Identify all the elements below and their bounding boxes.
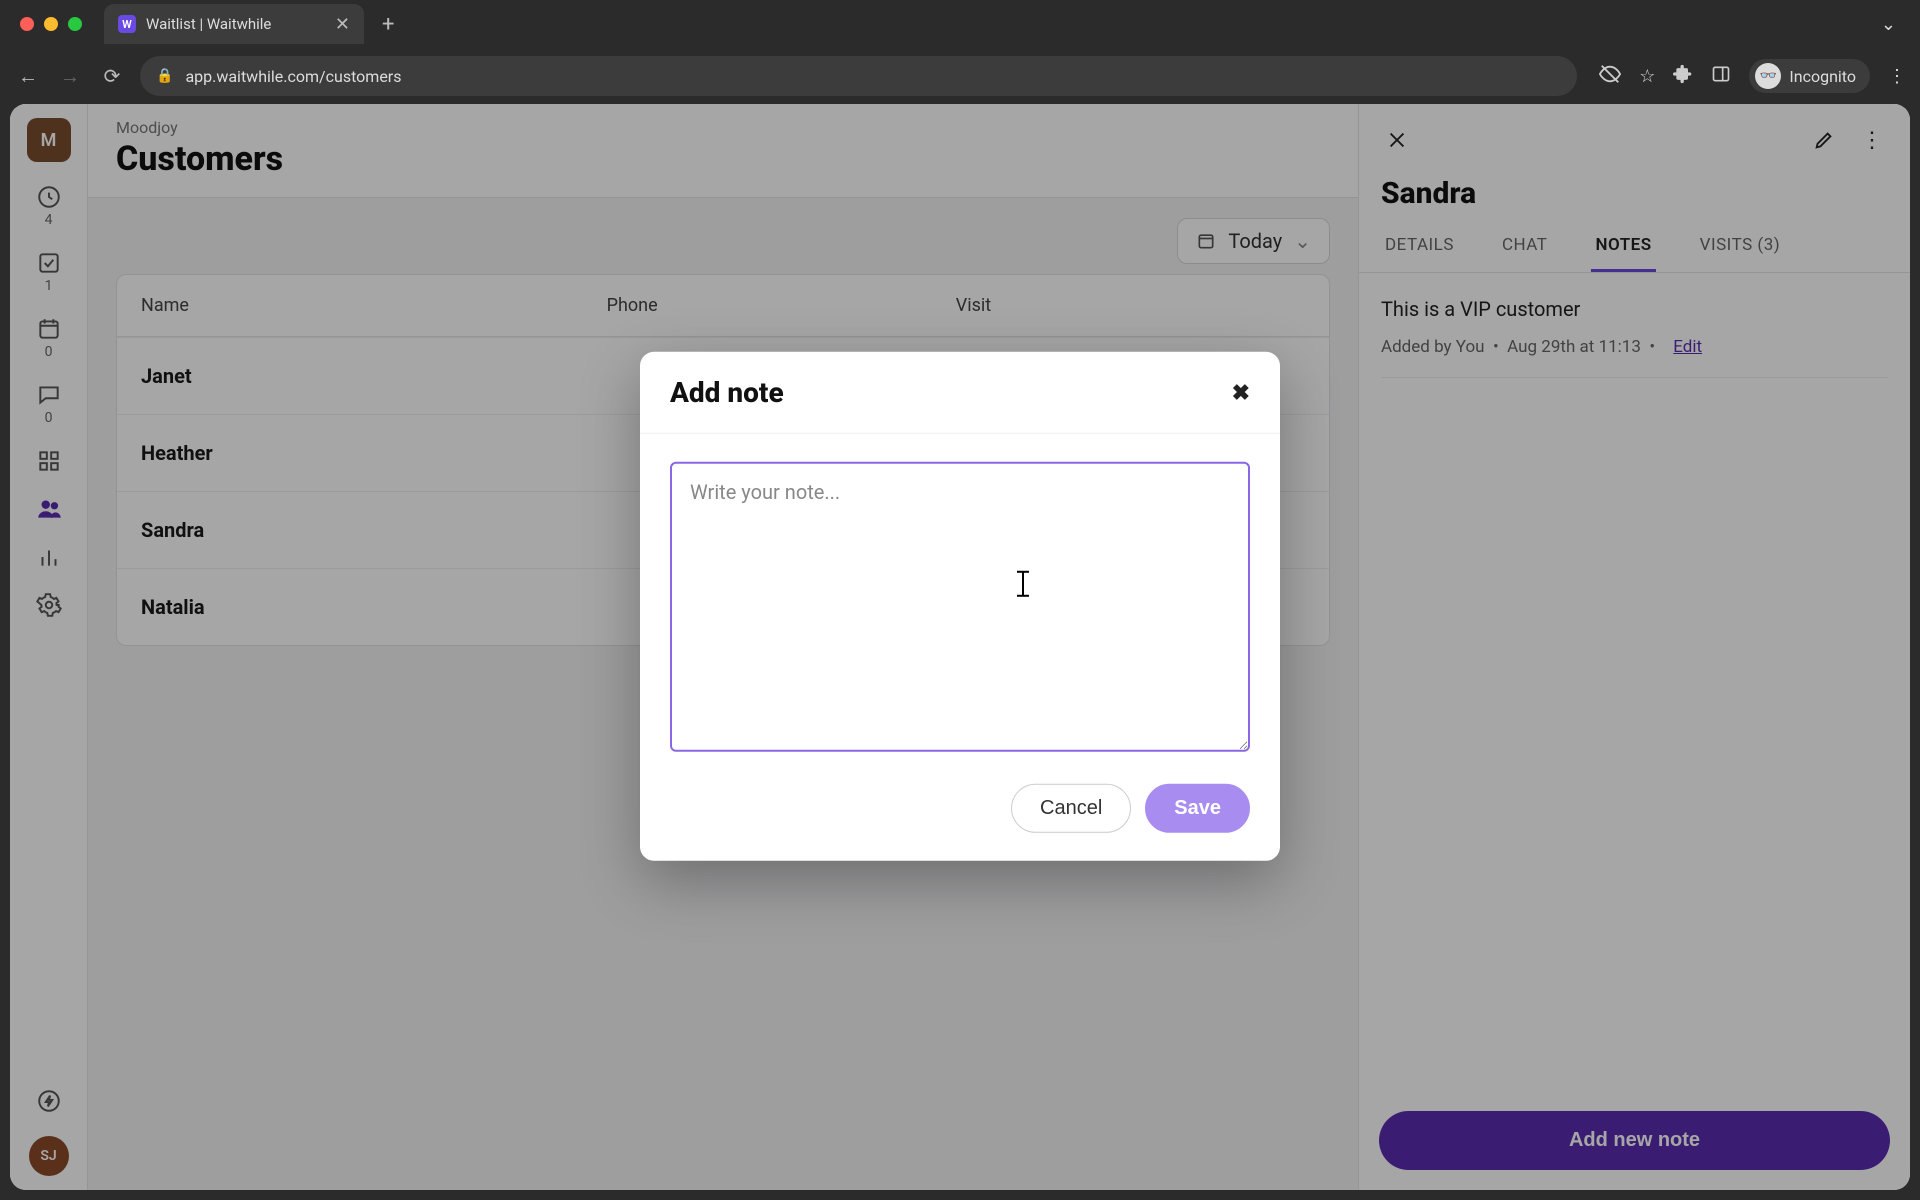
modal-body: [640, 434, 1280, 784]
address-bar[interactable]: 🔒 app.waitwhile.com/customers: [140, 56, 1577, 96]
modal-actions: Cancel Save: [640, 784, 1280, 861]
nav-forward-icon: →: [56, 64, 84, 89]
incognito-icon: 👓: [1755, 63, 1781, 89]
tab-bar: W Waitlist | Waitwhile ✕ + ⌄: [0, 0, 1920, 48]
window-controls: [20, 17, 82, 31]
panel-icon[interactable]: [1711, 64, 1731, 89]
browser-tab[interactable]: W Waitlist | Waitwhile ✕: [104, 4, 364, 44]
modal-header: Add note ✖: [640, 352, 1280, 434]
new-tab-button[interactable]: +: [374, 12, 402, 37]
window-minimize[interactable]: [44, 17, 58, 31]
browser-menu-icon[interactable]: ⋮: [1888, 66, 1906, 87]
modal-title: Add note: [670, 376, 784, 409]
add-note-modal: Add note ✖ Cancel Save: [640, 352, 1280, 861]
save-button[interactable]: Save: [1145, 784, 1250, 833]
url-text: app.waitwhile.com/customers: [185, 67, 401, 86]
incognito-chip[interactable]: 👓 Incognito: [1749, 59, 1870, 93]
incognito-label: Incognito: [1789, 67, 1856, 86]
window-maximize[interactable]: [68, 17, 82, 31]
window-close[interactable]: [20, 17, 34, 31]
tab-title: Waitlist | Waitwhile: [146, 15, 271, 33]
cancel-button[interactable]: Cancel: [1011, 784, 1131, 833]
text-cursor-icon: [1022, 572, 1024, 596]
star-icon[interactable]: ☆: [1639, 66, 1655, 87]
tabs-overflow-icon[interactable]: ⌄: [1881, 14, 1906, 35]
app-viewport: M 4 1 0 0 SJ: [10, 104, 1910, 1190]
extensions-icon[interactable]: [1673, 64, 1693, 89]
nav-reload-icon[interactable]: ⟳: [98, 64, 126, 88]
nav-back-icon[interactable]: ←: [14, 64, 42, 89]
address-bar-row: ← → ⟳ 🔒 app.waitwhile.com/customers ☆ 👓 …: [0, 48, 1920, 104]
tab-close-icon[interactable]: ✕: [335, 14, 350, 35]
lock-icon: 🔒: [156, 68, 173, 84]
eye-off-icon[interactable]: [1599, 63, 1621, 90]
tab-favicon: W: [118, 15, 136, 33]
modal-close-button[interactable]: ✖: [1232, 379, 1250, 405]
toolbar-right: ☆ 👓 Incognito ⋮: [1591, 59, 1906, 93]
note-textarea[interactable]: [670, 462, 1250, 752]
browser-chrome: W Waitlist | Waitwhile ✕ + ⌄ ← → ⟳ 🔒 app…: [0, 0, 1920, 104]
